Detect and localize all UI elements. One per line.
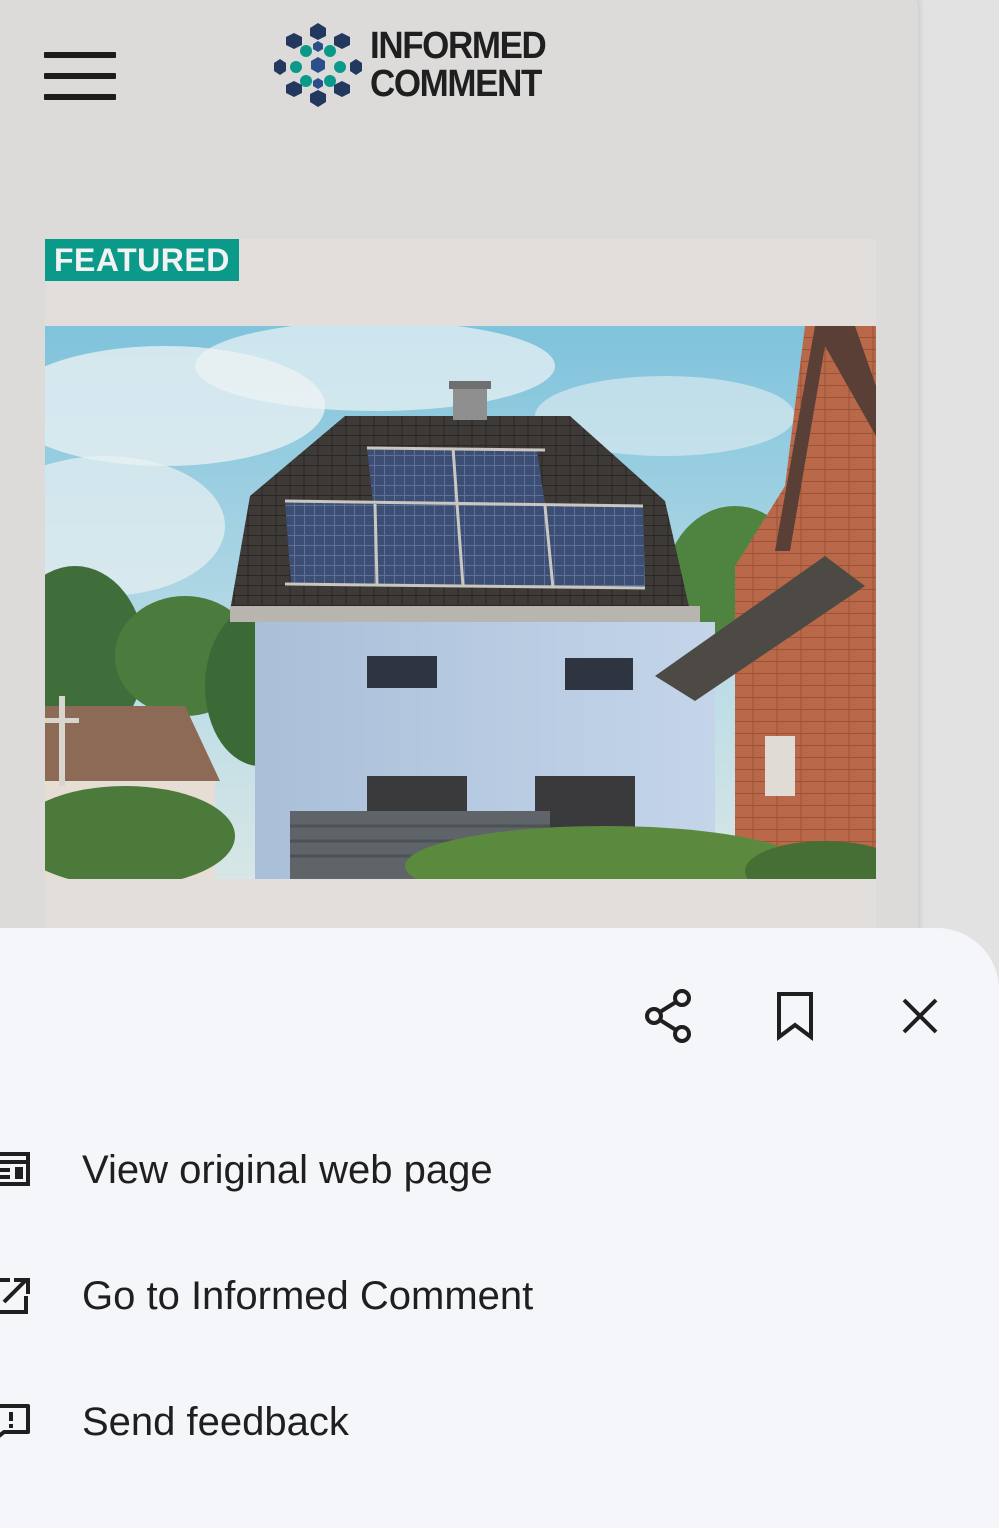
logo-wordmark: INFORMED COMMENT — [370, 25, 547, 105]
bookmark-icon[interactable] — [765, 986, 825, 1046]
featured-badge[interactable]: FEATURED — [45, 239, 239, 281]
site-logo[interactable]: INFORMED COMMENT — [272, 20, 561, 110]
close-icon[interactable] — [890, 986, 950, 1046]
share-icon[interactable] — [638, 986, 698, 1046]
article-hero-image[interactable] — [45, 326, 876, 879]
menu-item-label: View original web page — [82, 1147, 493, 1192]
web-page-icon — [0, 1152, 30, 1186]
menu-item-label: Go to Informed Comment — [82, 1273, 534, 1318]
menu-icon[interactable] — [44, 52, 116, 100]
sheet-action-bar — [0, 986, 999, 1046]
menu-item-label: Send feedback — [82, 1399, 349, 1444]
logo-line-1: INFORMED — [370, 25, 547, 67]
logo-line-2: COMMENT — [370, 63, 542, 105]
send-feedback-item[interactable]: Send feedback — [0, 1372, 999, 1472]
solar-house-illustration — [45, 326, 876, 879]
view-original-web-page-item[interactable]: View original web page — [0, 1120, 999, 1220]
logo-mark-icon — [274, 23, 362, 107]
feedback-icon — [0, 1404, 30, 1438]
open-external-icon — [0, 1278, 30, 1314]
go-to-informed-comment-item[interactable]: Go to Informed Comment — [0, 1246, 999, 1346]
